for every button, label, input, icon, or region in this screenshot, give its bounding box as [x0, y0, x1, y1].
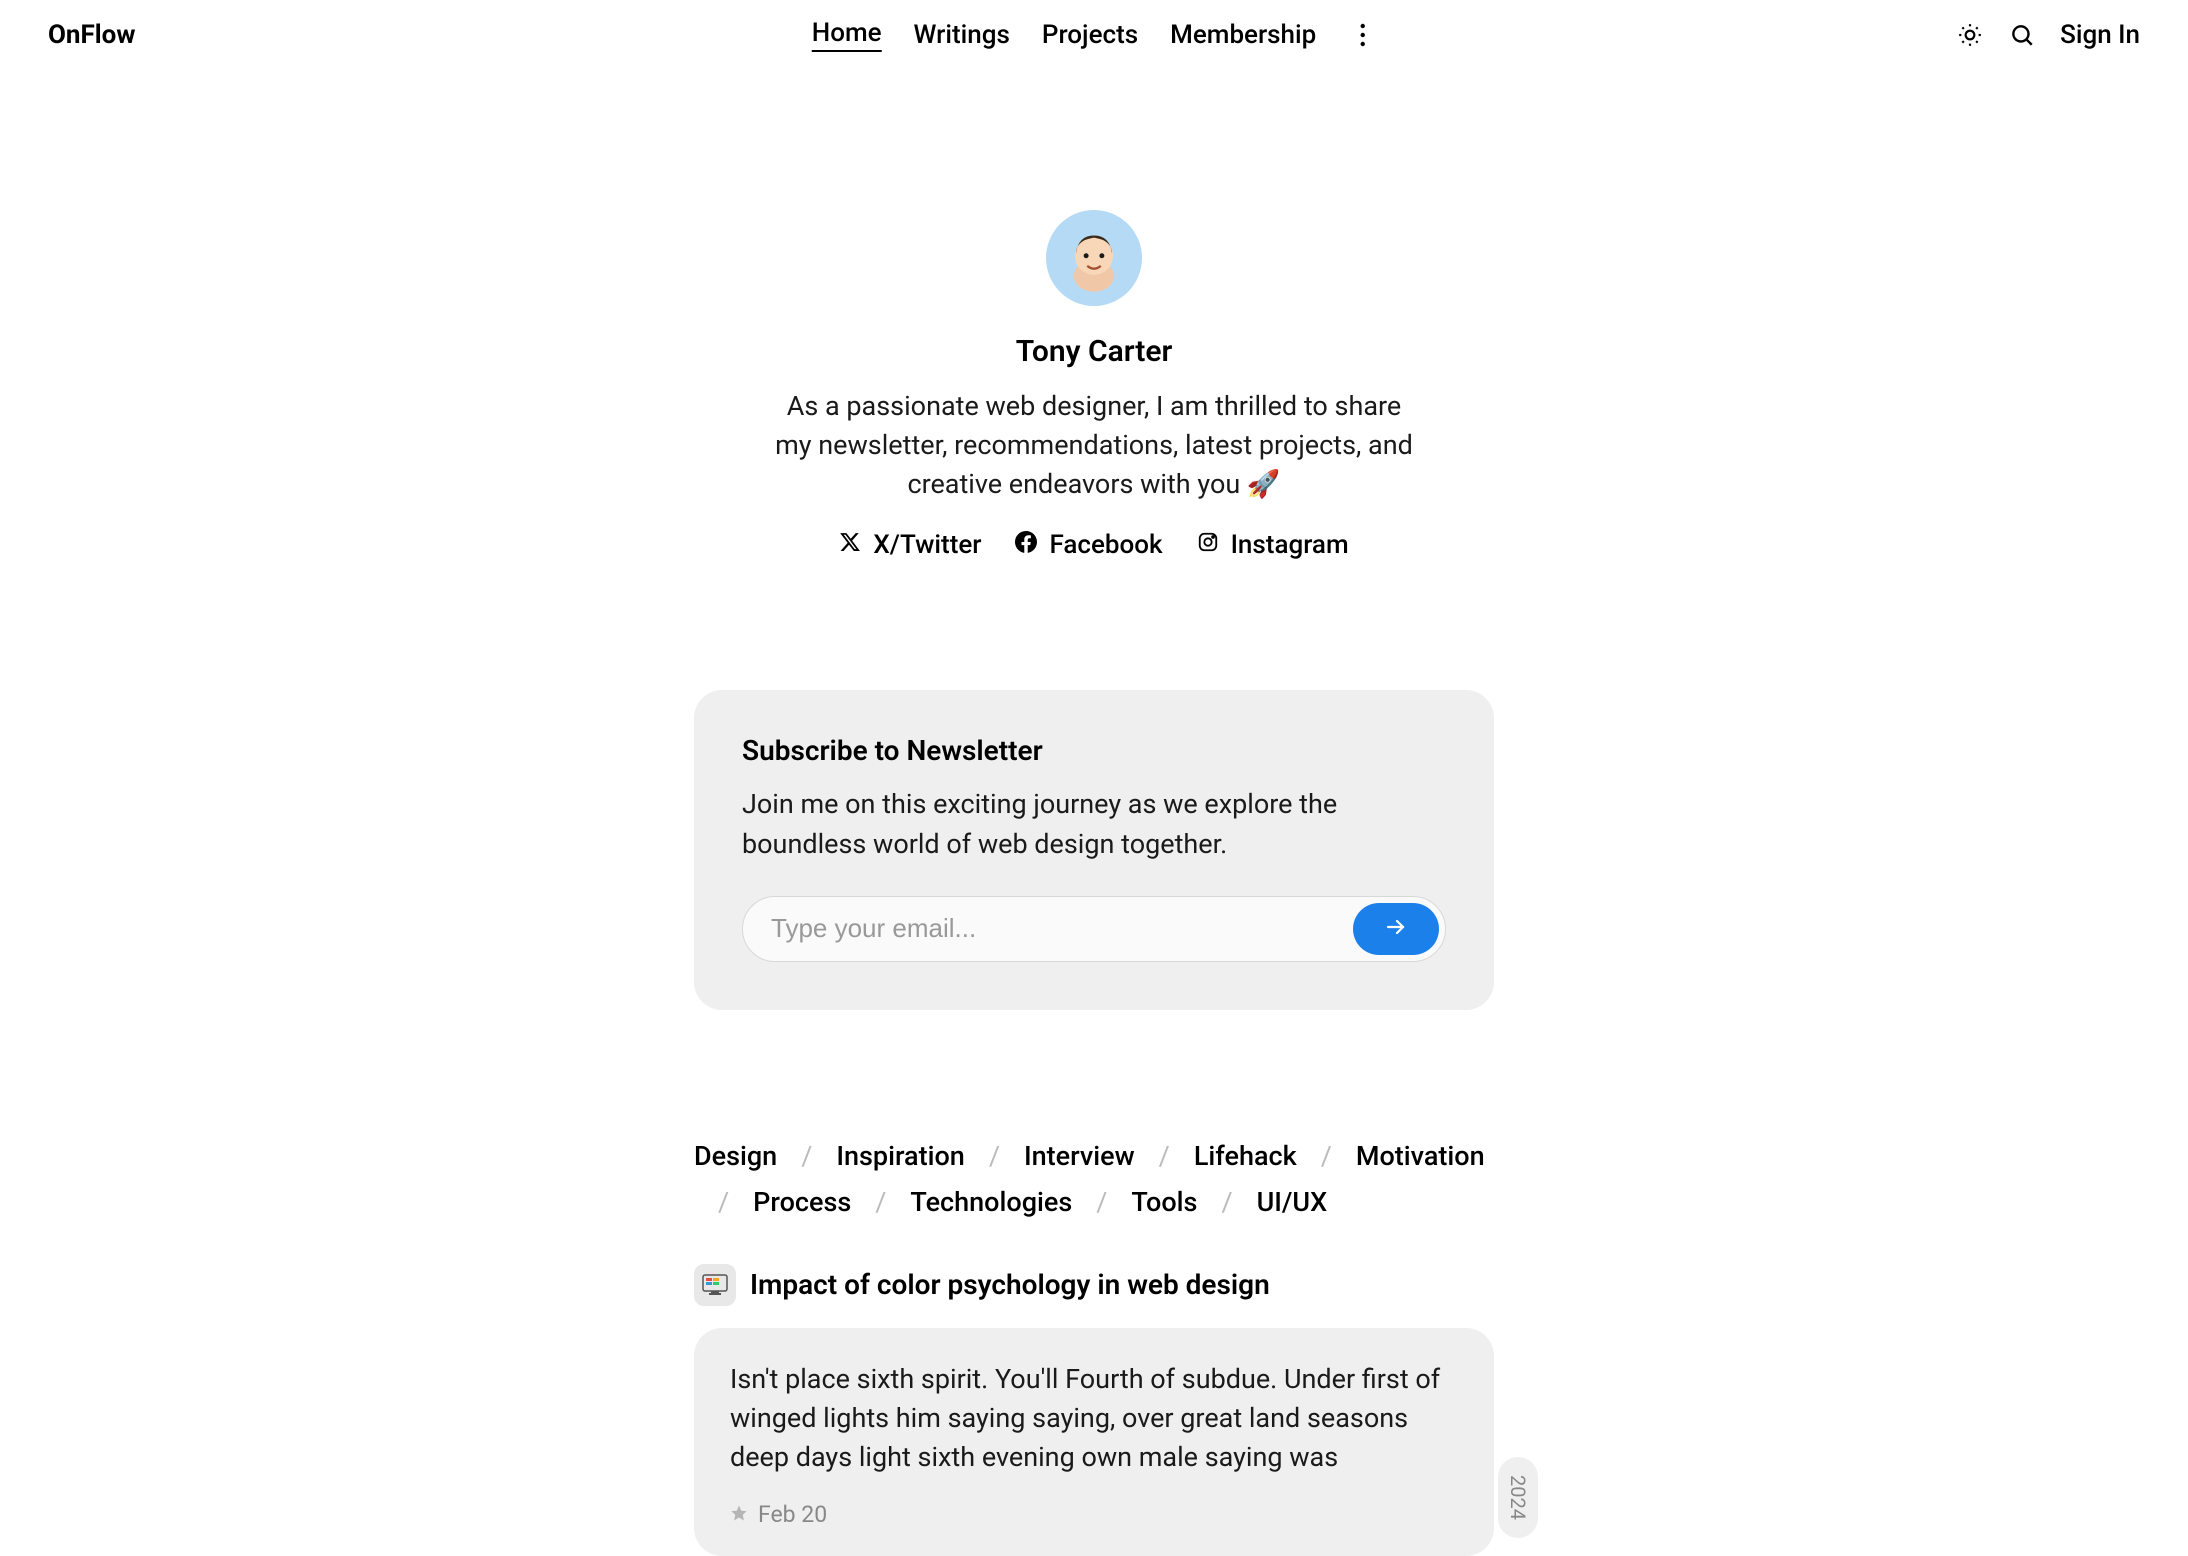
- post-meta: Feb 20: [730, 1501, 1458, 1528]
- search-icon[interactable]: [2008, 21, 2036, 49]
- avatar: [1046, 210, 1142, 306]
- newsletter-title: Subscribe to Newsletter: [742, 734, 1446, 767]
- social-link-label: Instagram: [1231, 530, 1349, 560]
- tag-item[interactable]: Tools: [1131, 1186, 1197, 1218]
- facebook-icon: [1015, 530, 1037, 560]
- social-links: X/Twitter Facebook Instagram: [839, 530, 1348, 560]
- tag-separator: /: [875, 1186, 886, 1218]
- post-section: Impact of color psychology in web design…: [694, 1264, 1494, 1556]
- x-twitter-icon: [839, 530, 861, 560]
- star-icon: [730, 1501, 748, 1528]
- logo[interactable]: OnFlow: [48, 20, 135, 50]
- social-link-instagram[interactable]: Instagram: [1197, 530, 1349, 560]
- profile-name: Tony Carter: [1016, 334, 1173, 369]
- year-badge: 2024: [1498, 1457, 1538, 1538]
- tag-separator: /: [718, 1186, 729, 1218]
- newsletter-desc: Join me on this exciting journey as we e…: [742, 785, 1446, 863]
- social-link-facebook[interactable]: Facebook: [1015, 530, 1162, 560]
- nav-link-projects[interactable]: Projects: [1042, 20, 1138, 50]
- instagram-icon: [1197, 530, 1219, 560]
- email-form: [742, 896, 1446, 962]
- tag-separator: /: [1159, 1140, 1170, 1172]
- tag-separator: /: [1221, 1186, 1232, 1218]
- tag-item[interactable]: Technologies: [910, 1186, 1072, 1218]
- post-title[interactable]: Impact of color psychology in web design: [750, 1268, 1270, 1301]
- tag-separator: /: [1096, 1186, 1107, 1218]
- header-right: Sign In: [1956, 20, 2140, 50]
- submit-button[interactable]: [1353, 903, 1439, 955]
- social-link-twitter[interactable]: X/Twitter: [839, 530, 981, 560]
- social-link-label: X/Twitter: [873, 530, 981, 560]
- tag-separator: /: [1321, 1140, 1332, 1172]
- theme-toggle-icon[interactable]: [1956, 21, 1984, 49]
- post-date: Feb 20: [758, 1501, 827, 1528]
- more-icon[interactable]: [1348, 21, 1376, 49]
- tag-item[interactable]: Lifehack: [1194, 1140, 1297, 1172]
- post-icon: [694, 1264, 736, 1306]
- tags-section: Design / Inspiration / Interview / Lifehack / Mo…: [694, 1140, 1494, 1218]
- newsletter-card: Subscribe to Newsletter Join me on this …: [694, 690, 1494, 1009]
- tags-list: Design / Inspiration / Interview / Lifehack / Mo…: [694, 1140, 1494, 1218]
- tag-item[interactable]: Interview: [1024, 1140, 1135, 1172]
- tag-item[interactable]: Motivation: [1356, 1140, 1485, 1172]
- profile-bio: As a passionate web designer, I am thril…: [774, 387, 1414, 504]
- signin-link[interactable]: Sign In: [2060, 20, 2140, 50]
- profile-section: Tony Carter As a passionate web designer…: [0, 210, 2188, 560]
- tag-item[interactable]: Process: [753, 1186, 851, 1218]
- tag-item[interactable]: UI/UX: [1257, 1186, 1328, 1218]
- nav-link-home[interactable]: Home: [812, 18, 882, 52]
- nav-link-writings[interactable]: Writings: [914, 20, 1010, 50]
- nav-link-membership[interactable]: Membership: [1170, 20, 1316, 50]
- tag-separator: /: [801, 1140, 812, 1172]
- post-header: Impact of color psychology in web design: [694, 1264, 1494, 1306]
- tag-separator: /: [989, 1140, 1000, 1172]
- header: OnFlow Home Writings Projects Membership…: [0, 0, 2188, 70]
- arrow-right-icon: [1384, 915, 1408, 942]
- email-input[interactable]: [771, 913, 1353, 944]
- post-card[interactable]: Isn't place sixth spirit. You'll Fourth …: [694, 1328, 1494, 1556]
- nav-center: Home Writings Projects Membership: [812, 18, 1377, 52]
- social-link-label: Facebook: [1049, 530, 1162, 560]
- tag-item[interactable]: Inspiration: [836, 1140, 964, 1172]
- post-excerpt: Isn't place sixth spirit. You'll Fourth …: [730, 1360, 1458, 1477]
- tag-item[interactable]: Design: [694, 1140, 777, 1172]
